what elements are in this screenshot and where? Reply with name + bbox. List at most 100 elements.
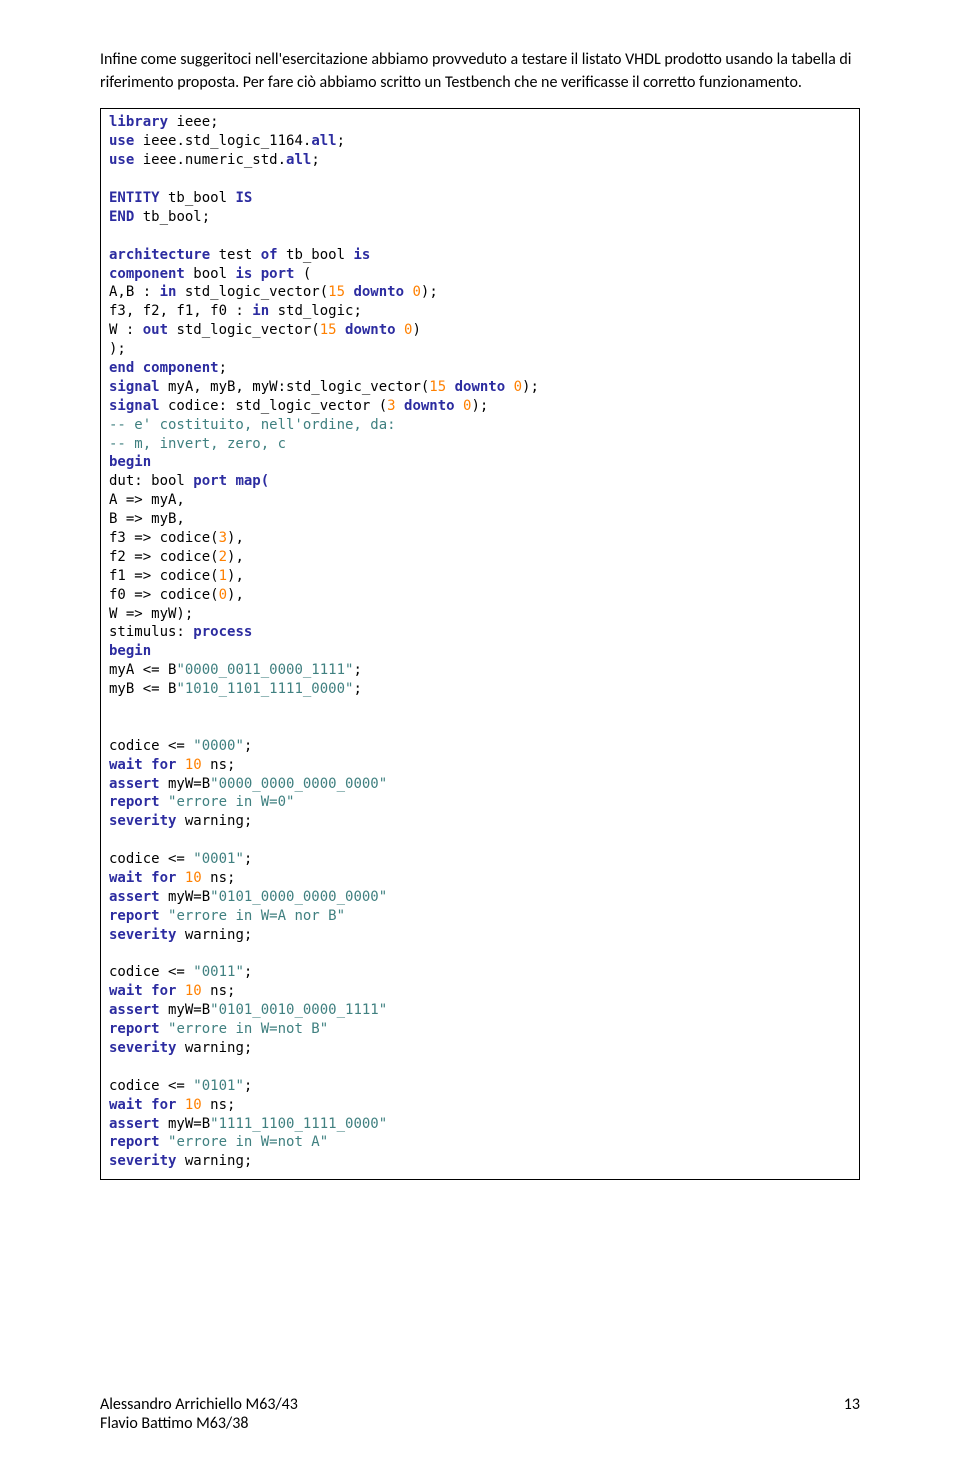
t: std_logic; bbox=[269, 303, 362, 319]
kw-all: all bbox=[286, 152, 311, 168]
t: codice <= bbox=[109, 1078, 193, 1094]
t: myA, myB, myW:std_logic_vector( bbox=[160, 379, 430, 395]
intro-paragraph: Infine come suggeritoci nell'esercitazio… bbox=[100, 48, 860, 94]
kw-of: of bbox=[261, 247, 278, 263]
kw-severity: severity bbox=[109, 813, 176, 829]
kw-end: end bbox=[109, 360, 134, 376]
num: 0 bbox=[412, 284, 420, 300]
kw-assert: assert bbox=[109, 776, 160, 792]
kw-port: port bbox=[252, 266, 294, 282]
t: ieee.numeric_std. bbox=[134, 152, 286, 168]
author-1: Alessandro Arrichiello M63/43 bbox=[100, 1395, 298, 1414]
kw-is: is bbox=[353, 247, 370, 263]
str: "errore in W=A nor B" bbox=[168, 908, 345, 924]
kw-signal: signal bbox=[109, 398, 160, 414]
t: tb_bool bbox=[278, 247, 354, 263]
num: 10 bbox=[185, 757, 202, 773]
t: test bbox=[210, 247, 261, 263]
t: myW=B bbox=[160, 889, 211, 905]
kw-assert: assert bbox=[109, 1116, 160, 1132]
t: ieee.std_logic_1164. bbox=[134, 133, 311, 149]
kw-severity: severity bbox=[109, 1040, 176, 1056]
kw-process: process bbox=[193, 624, 252, 640]
kw-downto: downto bbox=[337, 322, 404, 338]
t: ns; bbox=[202, 870, 236, 886]
kw-report: report bbox=[109, 794, 168, 810]
t: f3 => codice( bbox=[109, 530, 219, 546]
kw-is: IS bbox=[235, 190, 252, 206]
t: myB <= B bbox=[109, 681, 176, 697]
t: bool bbox=[185, 266, 236, 282]
t: B => myB, bbox=[109, 511, 185, 527]
str: "0101" bbox=[193, 1078, 244, 1094]
kw-assert: assert bbox=[109, 1002, 160, 1018]
t: ns; bbox=[202, 983, 236, 999]
kw-signal: signal bbox=[109, 379, 160, 395]
kw-wait: wait bbox=[109, 1097, 143, 1113]
kw-downto: downto bbox=[446, 379, 513, 395]
kw-severity: severity bbox=[109, 1153, 176, 1169]
page-footer: Alessandro Arrichiello M63/43 Flavio Bat… bbox=[100, 1395, 860, 1433]
kw-all: all bbox=[311, 133, 336, 149]
num: 0 bbox=[219, 587, 227, 603]
author-2: Flavio Battimo M63/38 bbox=[100, 1414, 298, 1433]
kw-end: END bbox=[109, 209, 134, 225]
num: 1 bbox=[219, 568, 227, 584]
kw-report: report bbox=[109, 908, 168, 924]
comment: -- e' costituito, nell'ordine, da: bbox=[109, 417, 396, 433]
kw-is: is bbox=[235, 266, 252, 282]
t: myA <= B bbox=[109, 662, 176, 678]
t: std_logic_vector( bbox=[176, 284, 328, 300]
kw-use: use bbox=[109, 133, 134, 149]
t: W => myW); bbox=[109, 606, 193, 622]
str: "0001" bbox=[193, 851, 244, 867]
t: ; bbox=[244, 738, 252, 754]
kw-wait: wait bbox=[109, 870, 143, 886]
str: "0000" bbox=[193, 738, 244, 754]
t: codice <= bbox=[109, 738, 193, 754]
t: f1 => codice( bbox=[109, 568, 219, 584]
t: ), bbox=[227, 587, 244, 603]
kw-wait: wait bbox=[109, 983, 143, 999]
kw-severity: severity bbox=[109, 927, 176, 943]
num: 15 bbox=[328, 284, 345, 300]
t: tb_bool; bbox=[134, 209, 210, 225]
kw-downto: downto bbox=[396, 398, 463, 414]
str: "1111_1100_1111_0000" bbox=[210, 1116, 387, 1132]
t: ieee; bbox=[168, 114, 219, 130]
t: codice <= bbox=[109, 964, 193, 980]
t: ), bbox=[227, 530, 244, 546]
kw-begin: begin bbox=[109, 454, 151, 470]
t: ); bbox=[471, 398, 488, 414]
t: ) bbox=[412, 322, 420, 338]
t: ), bbox=[227, 568, 244, 584]
t: ; bbox=[219, 360, 227, 376]
t: myW=B bbox=[160, 776, 211, 792]
kw-wait: wait bbox=[109, 757, 143, 773]
t: ; bbox=[353, 681, 361, 697]
kw-for: for bbox=[143, 870, 185, 886]
t: myW=B bbox=[160, 1116, 211, 1132]
num: 2 bbox=[219, 549, 227, 565]
num: 10 bbox=[185, 1097, 202, 1113]
kw-portmap: port map( bbox=[193, 473, 269, 489]
kw-component: component bbox=[134, 360, 218, 376]
num: 15 bbox=[320, 322, 337, 338]
t: ; bbox=[244, 851, 252, 867]
num: 10 bbox=[185, 983, 202, 999]
str: "errore in W=0" bbox=[168, 794, 294, 810]
str: "errore in W=not A" bbox=[168, 1134, 328, 1150]
t: warning; bbox=[176, 813, 252, 829]
kw-for: for bbox=[143, 983, 185, 999]
t: dut: bool bbox=[109, 473, 193, 489]
t: codice <= bbox=[109, 851, 193, 867]
num: 10 bbox=[185, 870, 202, 886]
str: "0101_0010_0000_1111" bbox=[210, 1002, 387, 1018]
kw-out: out bbox=[143, 322, 168, 338]
num: 3 bbox=[219, 530, 227, 546]
kw-for: for bbox=[143, 1097, 185, 1113]
kw-arch: architecture bbox=[109, 247, 210, 263]
kw-for: for bbox=[143, 757, 185, 773]
comment: -- m, invert, zero, c bbox=[109, 436, 286, 452]
num: 3 bbox=[387, 398, 395, 414]
